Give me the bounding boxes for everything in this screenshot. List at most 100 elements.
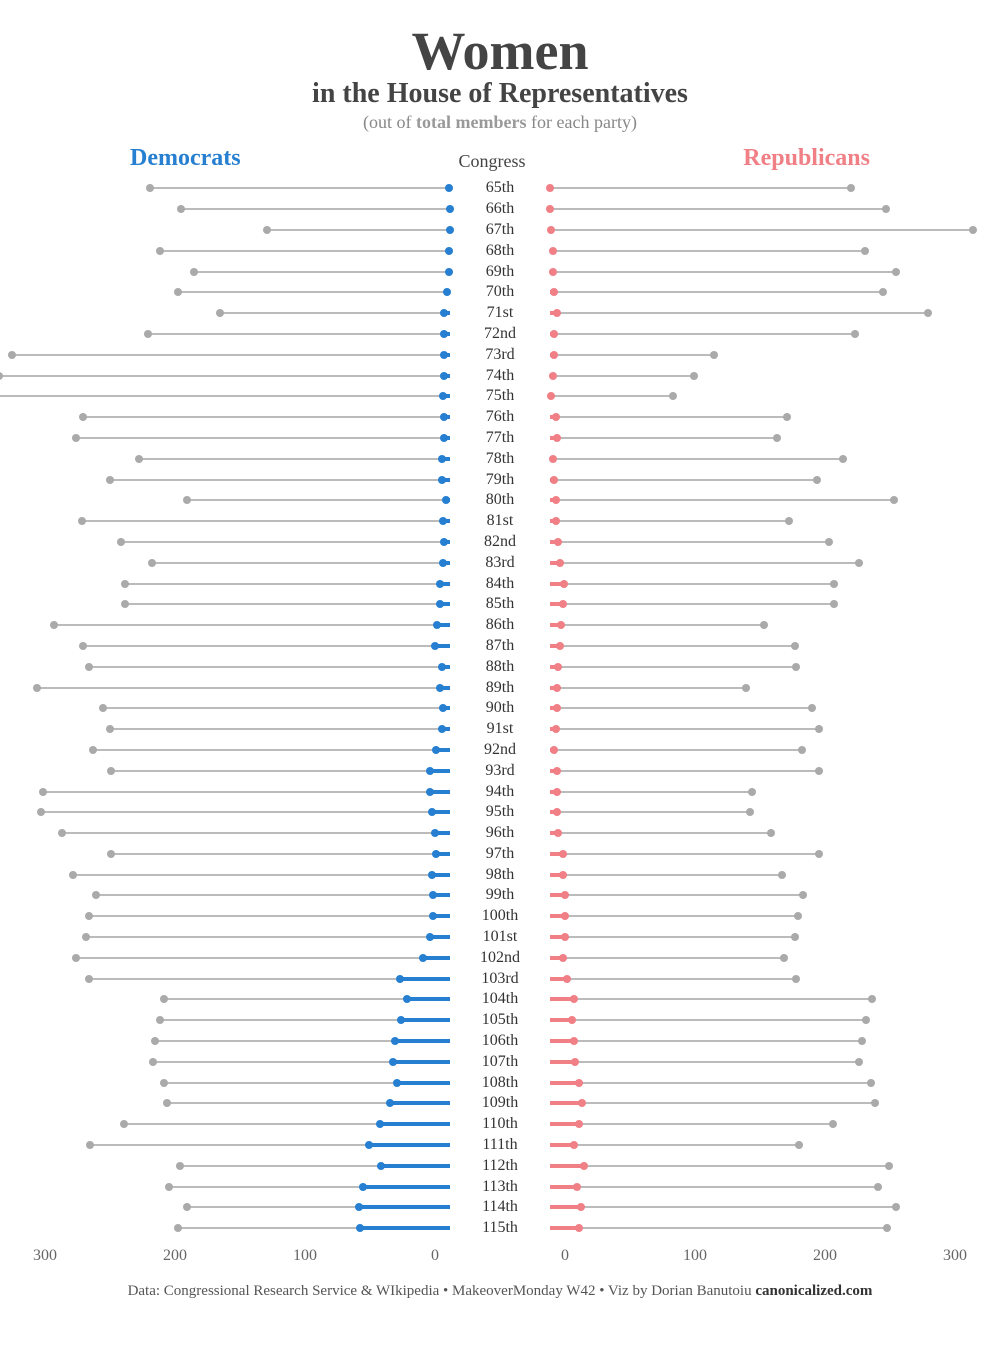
rep-total-dot	[783, 413, 791, 421]
dem-total-bar	[194, 271, 450, 273]
congress-label: 82nd	[450, 533, 550, 551]
rep-total-bar	[550, 250, 865, 252]
congress-label: 110th	[450, 1115, 550, 1133]
rep-side	[550, 596, 970, 612]
chart-row: 75th	[30, 386, 970, 407]
dem-side	[30, 1158, 450, 1174]
rep-side	[550, 347, 970, 363]
chart-row: 102nd	[30, 947, 970, 968]
rep-total-bar	[550, 1227, 887, 1229]
chart-row: 69th	[30, 261, 970, 282]
dem-side	[30, 388, 450, 404]
rep-total-bar	[550, 1206, 896, 1208]
rep-total-bar	[550, 1102, 875, 1104]
dem-women-dot	[439, 392, 447, 400]
congress-label: 65th	[450, 179, 550, 197]
dem-total-dot	[79, 642, 87, 650]
congress-label: 94th	[450, 783, 550, 801]
chart-row: 101st	[30, 927, 970, 948]
rep-women-dot	[550, 330, 558, 338]
rep-total-dot	[871, 1099, 879, 1107]
rep-women-dot	[568, 1016, 576, 1024]
dem-total-bar	[12, 354, 450, 356]
rep-women-dot	[575, 1120, 583, 1128]
rep-total-bar	[550, 458, 843, 460]
dem-side	[30, 1220, 450, 1236]
dem-total-dot	[0, 372, 3, 380]
congress-label: 114th	[450, 1198, 550, 1216]
dem-women-bar	[363, 1185, 450, 1189]
congress-label: 77th	[450, 429, 550, 447]
party-labels-row: Democrats Congress Republicans	[30, 145, 970, 172]
rep-women-dot	[571, 1058, 579, 1066]
dem-side	[30, 804, 450, 820]
chart-row: 78th	[30, 448, 970, 469]
rep-total-bar	[550, 499, 894, 501]
rep-side	[550, 451, 970, 467]
dem-total-dot	[106, 725, 114, 733]
chart-row: 103rd	[30, 968, 970, 989]
dem-total-bar	[76, 957, 450, 959]
chart-row: 108th	[30, 1072, 970, 1093]
dem-total-dot	[85, 975, 93, 983]
rep-total-dot	[969, 226, 977, 234]
rep-total-bar	[550, 728, 819, 730]
rep-total-bar	[550, 1019, 866, 1021]
rep-women-dot	[553, 808, 561, 816]
dem-side	[30, 763, 450, 779]
dem-total-dot	[89, 746, 97, 754]
dem-side	[30, 451, 450, 467]
rep-women-dot	[580, 1162, 588, 1170]
congress-label: 105th	[450, 1011, 550, 1029]
dem-total-bar	[43, 791, 450, 793]
rep-total-dot	[767, 829, 775, 837]
rep-side	[550, 472, 970, 488]
rep-side	[550, 409, 970, 425]
rep-women-dot	[552, 517, 560, 525]
rep-total-dot	[746, 808, 754, 816]
dem-women-dot	[443, 288, 451, 296]
chart-row: 107th	[30, 1051, 970, 1072]
dem-side	[30, 659, 450, 675]
rep-total-dot	[874, 1183, 882, 1191]
congress-label: 84th	[450, 575, 550, 593]
dem-total-dot	[151, 1037, 159, 1045]
congress-label: 98th	[450, 866, 550, 884]
rep-women-bar	[550, 1164, 584, 1168]
dem-total-dot	[160, 995, 168, 1003]
axis-tick: 300	[30, 1247, 60, 1265]
rep-women-dot	[553, 309, 561, 317]
rep-total-bar	[550, 624, 764, 626]
chart-row: 77th	[30, 428, 970, 449]
chart-row: 115th	[30, 1218, 970, 1239]
chart-row: 71st	[30, 303, 970, 324]
rep-women-dot	[547, 392, 555, 400]
rep-women-dot	[570, 1037, 578, 1045]
dem-side	[30, 430, 450, 446]
dem-side	[30, 472, 450, 488]
dem-side	[30, 1033, 450, 1049]
rep-side	[550, 430, 970, 446]
rep-women-dot	[547, 226, 555, 234]
rep-women-dot	[552, 496, 560, 504]
congress-label: 107th	[450, 1053, 550, 1071]
rep-total-dot	[847, 184, 855, 192]
dem-total-bar	[54, 624, 450, 626]
dem-side	[30, 617, 450, 633]
rep-side	[550, 867, 970, 883]
dem-side	[30, 492, 450, 508]
congress-label: 101st	[450, 928, 550, 946]
dem-women-bar	[381, 1164, 450, 1168]
dem-women-bar	[423, 956, 450, 960]
x-axis-right: 0100200300	[550, 1247, 970, 1265]
congress-label: 109th	[450, 1094, 550, 1112]
chart-row: 97th	[30, 844, 970, 865]
dem-total-dot	[183, 1203, 191, 1211]
congress-label: 86th	[450, 616, 550, 634]
dem-total-bar	[103, 707, 450, 709]
rep-side	[550, 887, 970, 903]
dem-total-dot	[99, 704, 107, 712]
rep-side	[550, 284, 970, 300]
dem-side	[30, 347, 450, 363]
dem-women-dot	[377, 1162, 385, 1170]
